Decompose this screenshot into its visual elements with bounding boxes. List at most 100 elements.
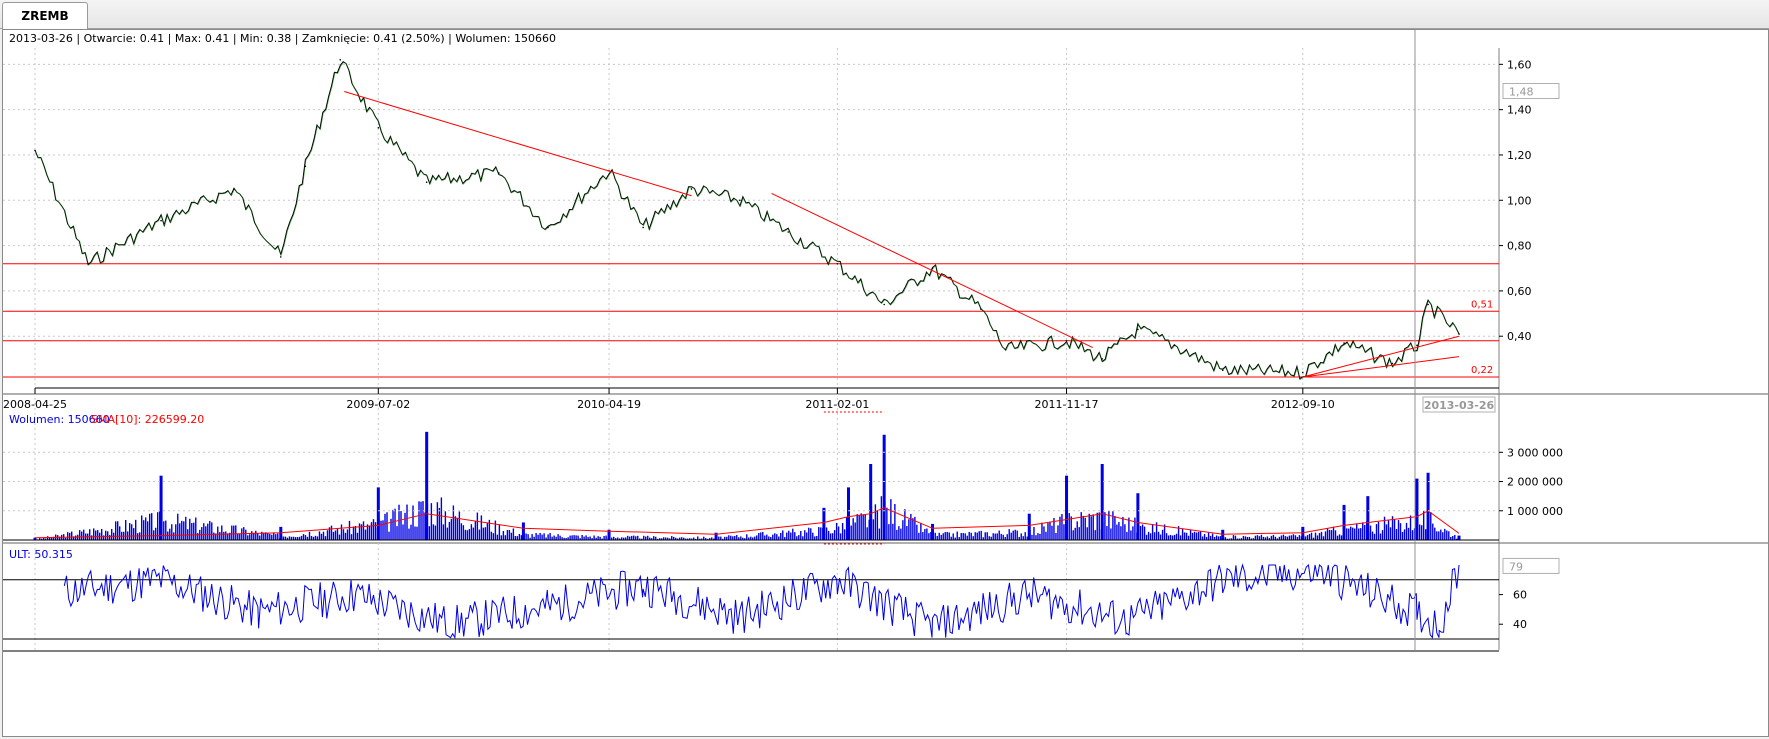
- volume-bar: [892, 523, 894, 540]
- volume-bar: [1185, 532, 1188, 540]
- volume-bar: [1120, 526, 1122, 540]
- volume-bar: [223, 531, 225, 540]
- volume-bar: [1260, 534, 1263, 540]
- volume-bar: [400, 511, 402, 540]
- volume-tick-label: 1 000 000: [1507, 505, 1563, 518]
- volume-bar: [1432, 523, 1434, 540]
- level-label: 0,22: [1471, 365, 1493, 376]
- volume-bar: [1012, 530, 1014, 540]
- volume-bar: [1145, 534, 1148, 540]
- volume-bar: [754, 536, 756, 540]
- volume-bar: [1055, 532, 1057, 540]
- volume-bar: [970, 532, 972, 540]
- volume-bar: [352, 526, 355, 540]
- volume-bar: [1290, 535, 1293, 540]
- volume-bar: [165, 520, 167, 540]
- volume-bar: [553, 535, 555, 540]
- volume-bar: [486, 523, 489, 540]
- volume-bar: [235, 525, 237, 540]
- volume-bar: [1078, 527, 1080, 540]
- volume-bar: [163, 521, 165, 540]
- x-tick-label: 2009-07-02: [346, 398, 410, 411]
- volume-bar: [476, 512, 479, 540]
- x-tick-label: 2010-04-19: [577, 398, 641, 411]
- chart-canvas[interactable]: 2013-03-26 | Otwarcie: 0.41 | Max: 0.41 …: [3, 30, 1768, 736]
- volume-bar: [1352, 527, 1354, 540]
- price-tick-label: 1,20: [1507, 149, 1532, 162]
- volume-bar: [1209, 535, 1212, 540]
- volume-bar: [1104, 512, 1106, 540]
- volume-bar: [992, 533, 994, 540]
- volume-bar: [408, 528, 410, 540]
- volume-bar: [1234, 535, 1237, 540]
- volume-bar: [812, 532, 814, 540]
- tab-zremb[interactable]: ZREMB: [2, 2, 88, 29]
- volume-bar: [790, 532, 792, 540]
- volume-bar: [1199, 531, 1202, 540]
- volume-bar: [806, 532, 808, 540]
- volume-bar: [219, 532, 221, 540]
- price-anchor-point: [690, 188, 693, 190]
- volume-bar: [635, 536, 637, 540]
- volume-bar: [1403, 529, 1406, 540]
- volume-bar: [338, 534, 341, 540]
- price-marker-label: 1,48: [1509, 86, 1534, 99]
- volume-bar: [792, 528, 794, 540]
- volume-bar: [908, 519, 910, 540]
- volume-bar: [782, 530, 784, 540]
- volume-bar: [760, 532, 762, 540]
- volume-bar: [839, 533, 842, 540]
- volume-bar: [730, 535, 732, 540]
- volume-bar: [231, 525, 233, 540]
- volume-bar: [802, 536, 804, 540]
- volume-bar: [173, 532, 175, 540]
- volume-peak-bar: [1415, 478, 1419, 540]
- volume-bar: [1167, 535, 1170, 540]
- volume-bar: [1375, 524, 1378, 540]
- volume-bar: [1197, 531, 1200, 540]
- volume-bar: [414, 526, 416, 540]
- volume-bar: [1169, 534, 1172, 540]
- volume-bar: [1165, 533, 1168, 540]
- volume-bar: [97, 530, 99, 540]
- volume-bar: [478, 529, 481, 540]
- volume-bar: [816, 535, 818, 540]
- volume-bar: [81, 531, 83, 540]
- volume-bar: [585, 535, 587, 540]
- volume-bar: [940, 534, 942, 540]
- volume-bar: [304, 535, 307, 540]
- volume-bar: [394, 508, 396, 540]
- volume-bar: [1358, 528, 1360, 540]
- volume-bar: [368, 525, 371, 540]
- volume-bar: [928, 533, 930, 540]
- volume-bar: [1399, 523, 1402, 540]
- price-anchor-point: [1302, 371, 1304, 374]
- volume-bar: [768, 536, 770, 540]
- volume-bar: [1405, 522, 1408, 540]
- price-anchor-point: [547, 226, 549, 229]
- volume-bar: [718, 536, 720, 540]
- volume-bar: [535, 533, 537, 540]
- volume-bar: [960, 533, 962, 540]
- volume-bar: [518, 533, 521, 540]
- volume-bar: [1371, 531, 1374, 540]
- volume-bar: [856, 514, 858, 540]
- volume-bar: [1211, 533, 1214, 540]
- trendlines[interactable]: [344, 91, 1460, 378]
- volume-bar: [1187, 535, 1190, 540]
- volume-bar: [316, 536, 319, 540]
- volume-bar: [541, 534, 543, 540]
- volume-bar: [239, 533, 241, 540]
- volume-bar: [864, 514, 866, 540]
- volume-bar: [569, 535, 571, 540]
- volume-bar: [372, 519, 375, 540]
- volume-bar: [1397, 520, 1400, 540]
- volume-bar: [1395, 528, 1398, 540]
- volume-bar: [597, 536, 599, 540]
- volume-bar: [510, 532, 513, 540]
- volume-bar: [1438, 531, 1440, 540]
- volume-bar: [271, 534, 273, 540]
- price-anchor-point: [1427, 303, 1429, 306]
- volume-bar: [490, 531, 493, 540]
- volume-bar: [374, 522, 377, 540]
